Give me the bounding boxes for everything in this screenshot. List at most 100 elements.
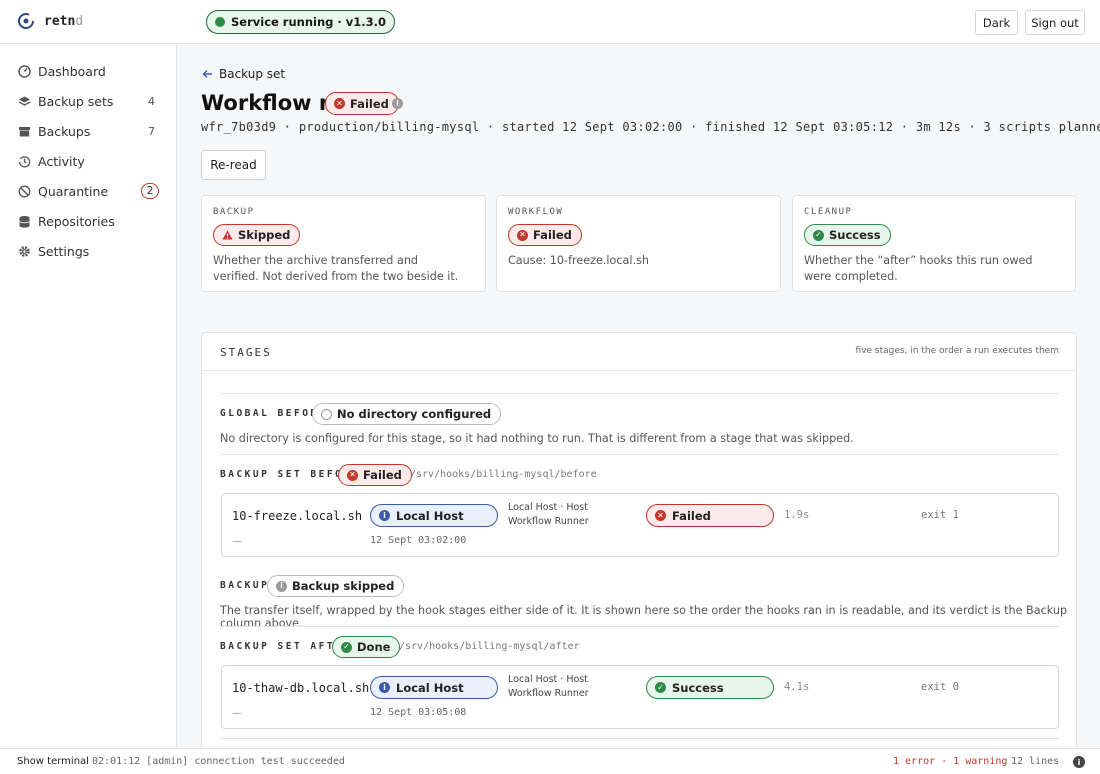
script-status-badge: ✕ Failed (646, 504, 774, 527)
sidebar-item-label: Backup sets (38, 93, 114, 109)
service-status-badge: Service running · v1.3.0 (206, 10, 396, 34)
sidebar-item-label: Settings (38, 243, 90, 259)
placeholder-dash: — (232, 536, 242, 547)
workflow-summary-card: WORKFLOW ✕ Failed Cause: 10-freeze.local… (496, 195, 781, 292)
sidebar-item-label: Quarantine (38, 183, 109, 199)
badge-text: Success (672, 680, 724, 695)
cleanup-success-badge: ✓ Success (804, 224, 891, 246)
stage-label-global-before: GLOBAL BEFORE (220, 408, 327, 419)
info-icon: i (276, 580, 287, 592)
database-icon (17, 214, 31, 228)
dashboard-icon (17, 64, 31, 78)
script-duration: 1.9s (784, 509, 810, 521)
host-badge: i Local Host (370, 504, 498, 527)
arrow-left-icon (202, 70, 212, 78)
script-duration: 4.1s (784, 681, 810, 693)
placeholder-dash: — (232, 708, 242, 719)
divider (220, 393, 1059, 394)
show-terminal-button[interactable]: Show terminal (17, 756, 89, 767)
sign-out-button[interactable]: Sign out (1025, 10, 1085, 35)
script-timestamp: 12 Sept 03:02:00 (370, 535, 467, 546)
runner-info: Local Host · Host Workflow Runner (508, 501, 589, 529)
sidebar-item-label: Backups (38, 123, 91, 139)
sidebar-item-repositories[interactable]: Repositories (0, 208, 177, 234)
back-link-label: Backup set (219, 67, 286, 81)
terminal-last-line: 02:01:12 [admin] connection test succeed… (92, 756, 345, 767)
backup-summary-card: BACKUP Skipped Whether the archive trans… (201, 195, 486, 292)
badge-text: Skipped (238, 228, 291, 242)
theme-toggle-button[interactable]: Dark (975, 10, 1018, 35)
sidebar-count: 7 (148, 124, 155, 138)
history-icon (17, 154, 31, 168)
card-label: CLEANUP (804, 207, 853, 217)
gear-icon (17, 244, 31, 258)
sidebar-item-backup-sets[interactable]: Backup sets 4 (0, 88, 177, 114)
run-meta: wfr_7b03d9 · production/billing-mysql · … (201, 120, 1100, 134)
badge-text: Failed (672, 508, 711, 523)
sidebar-item-quarantine[interactable]: Quarantine 2 (0, 178, 177, 204)
sidebar-item-activity[interactable]: Activity (0, 148, 177, 174)
back-link[interactable]: Backup set (202, 67, 285, 81)
card-label: BACKUP (213, 207, 255, 217)
info-icon: i (379, 510, 390, 521)
script-name: 10-thaw-db.local.sh (232, 681, 370, 695)
re-read-button[interactable]: Re-read (201, 150, 266, 180)
badge-text: Backup skipped (292, 579, 395, 593)
runner-line: Workflow Runner (508, 688, 589, 699)
script-status-badge: ✓ Success (646, 676, 774, 699)
error-icon: ✕ (347, 469, 358, 481)
error-icon: ✕ (517, 229, 528, 241)
stage-label-backup: BACKUP (220, 580, 270, 591)
exit-code: exit 1 (921, 509, 959, 521)
divider (220, 738, 1059, 739)
badge-text: Success (829, 228, 881, 242)
badge-text: Failed (363, 468, 402, 482)
divider (220, 626, 1059, 627)
hook-path: /srv/hooks/billing-mysql/after (399, 641, 580, 652)
badge-text: Failed (533, 228, 572, 242)
info-icon[interactable]: i (1073, 756, 1085, 768)
runner-line: Local Host · Host (508, 674, 588, 685)
host-badge: i Local Host (370, 676, 498, 699)
stage-failed-badge: ✕ Failed (338, 464, 412, 486)
card-description: Whether the “after” hooks this run owed … (804, 254, 1033, 283)
runner-line: Local Host · Host (508, 502, 588, 513)
service-status-text: Service running · v1.3.0 (231, 15, 387, 29)
run-status-text: Failed (350, 96, 389, 111)
run-status-badge: ✕ Failed (325, 92, 399, 115)
sidebar-count: 4 (148, 94, 155, 108)
warning-icon (222, 230, 233, 240)
logo-icon (18, 13, 34, 29)
badge-text: Done (357, 640, 391, 654)
hook-path: /srv/hooks/billing-mysql/before (410, 469, 597, 480)
empty-circle-icon (321, 408, 332, 420)
sidebar-item-backups[interactable]: Backups 7 (0, 118, 177, 144)
main-content: Backup set Workflow run ✕ Failed i wfr_7… (177, 44, 1100, 748)
no-directory-badge: No directory configured (312, 403, 502, 425)
sidebar-item-settings[interactable]: Settings (0, 238, 177, 264)
check-icon: ✓ (341, 641, 352, 653)
backup-skipped-badge: Skipped (213, 224, 301, 246)
host-text: Local Host (396, 680, 464, 695)
badge-text: No directory configured (337, 407, 492, 421)
script-run-row[interactable]: 10-freeze.local.sh i Local Host Local Ho… (221, 493, 1059, 557)
runner-info: Local Host · Host Workflow Runner (508, 673, 589, 701)
runner-line: Workflow Runner (508, 516, 589, 527)
sidebar-item-label: Dashboard (38, 63, 106, 79)
host-text: Local Host (396, 508, 464, 523)
error-icon: ✕ (655, 510, 666, 521)
script-run-row[interactable]: 10-thaw-db.local.sh i Local Host Local H… (221, 665, 1059, 729)
stages-panel: STAGES five stages, in the order a run e… (201, 332, 1077, 748)
error-warning-summary[interactable]: 1 error · 1 warning (893, 756, 1007, 767)
top-bar: retn d Service running · v1.3.0 Dark Sign… (0, 0, 1100, 44)
stages-title: STAGES (220, 346, 272, 359)
sidebar-item-dashboard[interactable]: Dashboard (0, 58, 177, 84)
sidebar-item-label: Activity (38, 153, 85, 169)
card-description: Whether the archive transferred and veri… (213, 254, 459, 283)
info-icon[interactable]: i (392, 98, 403, 109)
app-logo[interactable]: retn d (17, 12, 83, 30)
info-icon: i (379, 682, 390, 693)
ban-icon (17, 184, 31, 198)
check-icon: ✓ (813, 229, 824, 241)
status-dot-icon (215, 17, 225, 27)
